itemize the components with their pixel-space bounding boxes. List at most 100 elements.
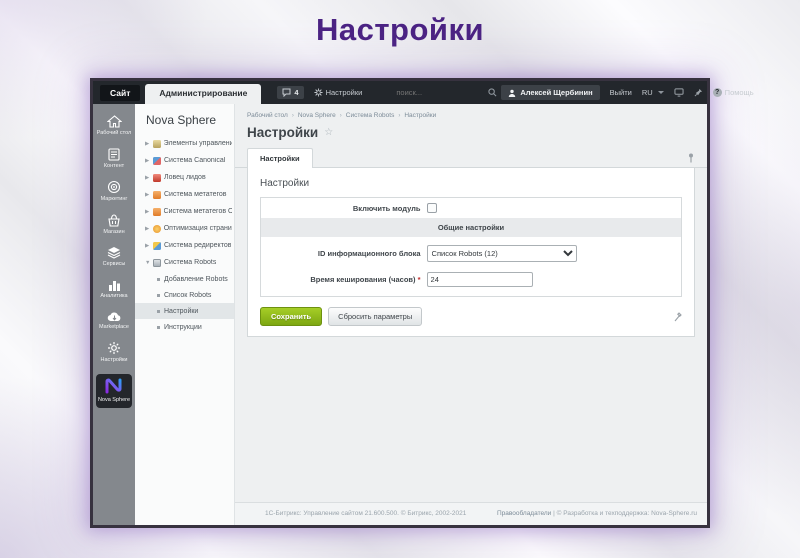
settings-menu-label: Настройки <box>326 88 363 97</box>
menu-item-leads[interactable]: ▶ Ловец лидов <box>135 169 234 186</box>
chevron-down-icon: ▼ <box>145 260 150 266</box>
user-name: Алексей Щербинин <box>520 88 592 97</box>
funnel-icon <box>153 174 161 182</box>
bullet-icon <box>157 310 160 313</box>
site-view-button[interactable] <box>674 88 684 97</box>
bullet-icon <box>157 326 160 329</box>
icon-sidebar: Рабочий стол Контент Маркетинг Магазин С… <box>93 104 135 525</box>
basket-icon <box>107 214 121 227</box>
pin-icon[interactable] <box>687 153 695 163</box>
menu-item-controls[interactable]: ▶ Элементы управления <box>135 135 234 152</box>
pin-panel-button[interactable] <box>694 88 703 97</box>
chevron-right-icon: ▶ <box>145 158 150 164</box>
admin-window: Сайт Администрирование 4 Настройки Алекс <box>90 78 710 528</box>
question-icon: ? <box>713 88 722 97</box>
help-label: Помощь <box>725 88 754 97</box>
save-button[interactable]: Сохранить <box>260 307 322 326</box>
enable-module-checkbox[interactable] <box>427 203 437 213</box>
language-select[interactable]: RU <box>642 88 664 97</box>
tab-settings[interactable]: Настройки <box>247 148 313 168</box>
tab-bar: Настройки <box>235 147 707 168</box>
sidebar-item-desktop[interactable]: Рабочий стол <box>93 110 135 143</box>
chevron-right-icon: ▶ <box>145 192 150 198</box>
document-icon <box>108 148 120 161</box>
iblock-id-select[interactable]: Список Robots (12) <box>427 245 577 262</box>
breadcrumb-separator: › <box>340 113 342 119</box>
favorite-star-icon[interactable]: ☆ <box>324 127 333 138</box>
sidebar-item-shop[interactable]: Магазин <box>93 209 135 242</box>
menu-subitem-settings[interactable]: Настройки <box>135 303 234 319</box>
settings-menu-button[interactable]: Настройки <box>314 88 363 97</box>
metatags-og-icon <box>153 208 161 216</box>
target-icon <box>107 180 121 194</box>
menu-item-redirects[interactable]: ▶ Система редиректов <box>135 237 234 254</box>
main-content: Рабочий стол › Nova Sphere › Система Rob… <box>235 104 707 525</box>
menu-subitem-add-robots[interactable]: Добавление Robots <box>135 271 234 287</box>
topbar: Сайт Администрирование 4 Настройки Алекс <box>93 81 707 104</box>
sidebar-item-content[interactable]: Контент <box>93 143 135 176</box>
chevron-right-icon: ▶ <box>145 141 150 147</box>
logout-button[interactable]: Выйти <box>610 88 632 97</box>
sidebar-item-marketplace[interactable]: Marketplace <box>93 306 135 337</box>
menu-item-metatags-og[interactable]: ▶ Система метатегов OG <box>135 203 234 220</box>
chevron-right-icon: ▶ <box>145 209 150 215</box>
menu-subitem-robots-list[interactable]: Список Robots <box>135 287 234 303</box>
footer: 1С-Битрикс: Управление сайтом 21.600.500… <box>235 502 707 525</box>
cache-time-input[interactable] <box>427 272 533 287</box>
menu-item-canonical[interactable]: ▶ Система Canonical <box>135 152 234 169</box>
module-menu-title: Nova Sphere <box>135 104 234 135</box>
user-icon <box>508 89 516 97</box>
sidebar-item-analytics[interactable]: Аналитика <box>93 274 135 306</box>
help-button[interactable]: ? Помощь <box>713 88 754 97</box>
bar-chart-icon <box>108 279 121 291</box>
menu-item-robots[interactable]: ▼ Система Robots <box>135 254 234 271</box>
sidebar-item-nova-sphere[interactable]: Nova Sphere <box>93 370 135 415</box>
robots-icon <box>153 259 161 267</box>
breadcrumb-desktop[interactable]: Рабочий стол <box>247 112 288 119</box>
chevron-right-icon: ▶ <box>145 243 150 249</box>
search-box[interactable] <box>396 88 497 97</box>
layers-icon <box>107 246 121 259</box>
footer-separator: | <box>553 510 555 517</box>
breadcrumb-settings[interactable]: Настройки <box>404 112 436 119</box>
notification-bubble-icon <box>282 88 291 97</box>
cloud-icon <box>107 311 122 322</box>
sidebar-item-marketing[interactable]: Маркетинг <box>93 175 135 209</box>
metatags-icon <box>153 191 161 199</box>
wrench-icon[interactable] <box>674 312 682 322</box>
menu-item-metatags[interactable]: ▶ Система метатегов <box>135 186 234 203</box>
content-page-title: Настройки <box>247 125 318 140</box>
page-title: Настройки <box>0 12 800 48</box>
home-icon <box>107 115 122 128</box>
tab-site[interactable]: Сайт <box>100 85 140 101</box>
chevron-right-icon: ▶ <box>145 175 150 181</box>
notification-count: 4 <box>294 88 298 97</box>
breadcrumb-nova-sphere[interactable]: Nova Sphere <box>298 112 336 119</box>
enable-module-label: Включить модуль <box>269 204 427 213</box>
search-icon[interactable] <box>488 88 497 97</box>
search-input[interactable] <box>396 88 488 97</box>
breadcrumb-separator: › <box>292 113 294 119</box>
settings-panel: Настройки Включить модуль Общие настройк… <box>247 168 695 337</box>
footer-rightsholders-link[interactable]: Правообладатели <box>497 510 551 517</box>
monitor-icon <box>674 88 684 97</box>
menu-subitem-instructions[interactable]: Инструкции <box>135 319 234 335</box>
bullet-icon <box>157 278 160 281</box>
sidebar-item-services[interactable]: Сервисы <box>93 241 135 274</box>
gear-icon <box>107 341 121 355</box>
user-menu-button[interactable]: Алексей Щербинин <box>501 85 599 100</box>
bullet-icon <box>157 294 160 297</box>
module-menu: Nova Sphere ▶ Элементы управления ▶ Сист… <box>135 104 235 525</box>
required-mark: * <box>418 275 421 284</box>
section-header: Общие настройки <box>261 218 681 237</box>
notifications-button[interactable]: 4 <box>277 86 303 99</box>
menu-item-page-optimization[interactable]: ▶ Оптимизация страниц <box>135 220 234 237</box>
tab-administration[interactable]: Администрирование <box>145 84 261 104</box>
breadcrumb-robots[interactable]: Система Robots <box>346 112 395 119</box>
reset-button[interactable]: Сбросить параметры <box>328 307 422 326</box>
sidebar-item-settings[interactable]: Настройки <box>93 336 135 370</box>
footer-support: © Разработка и техподдержка: Nova-Sphere… <box>557 510 697 517</box>
nova-sphere-tile[interactable]: Nova Sphere <box>96 374 132 409</box>
clock-icon <box>153 225 161 233</box>
chevron-down-icon <box>658 91 664 94</box>
